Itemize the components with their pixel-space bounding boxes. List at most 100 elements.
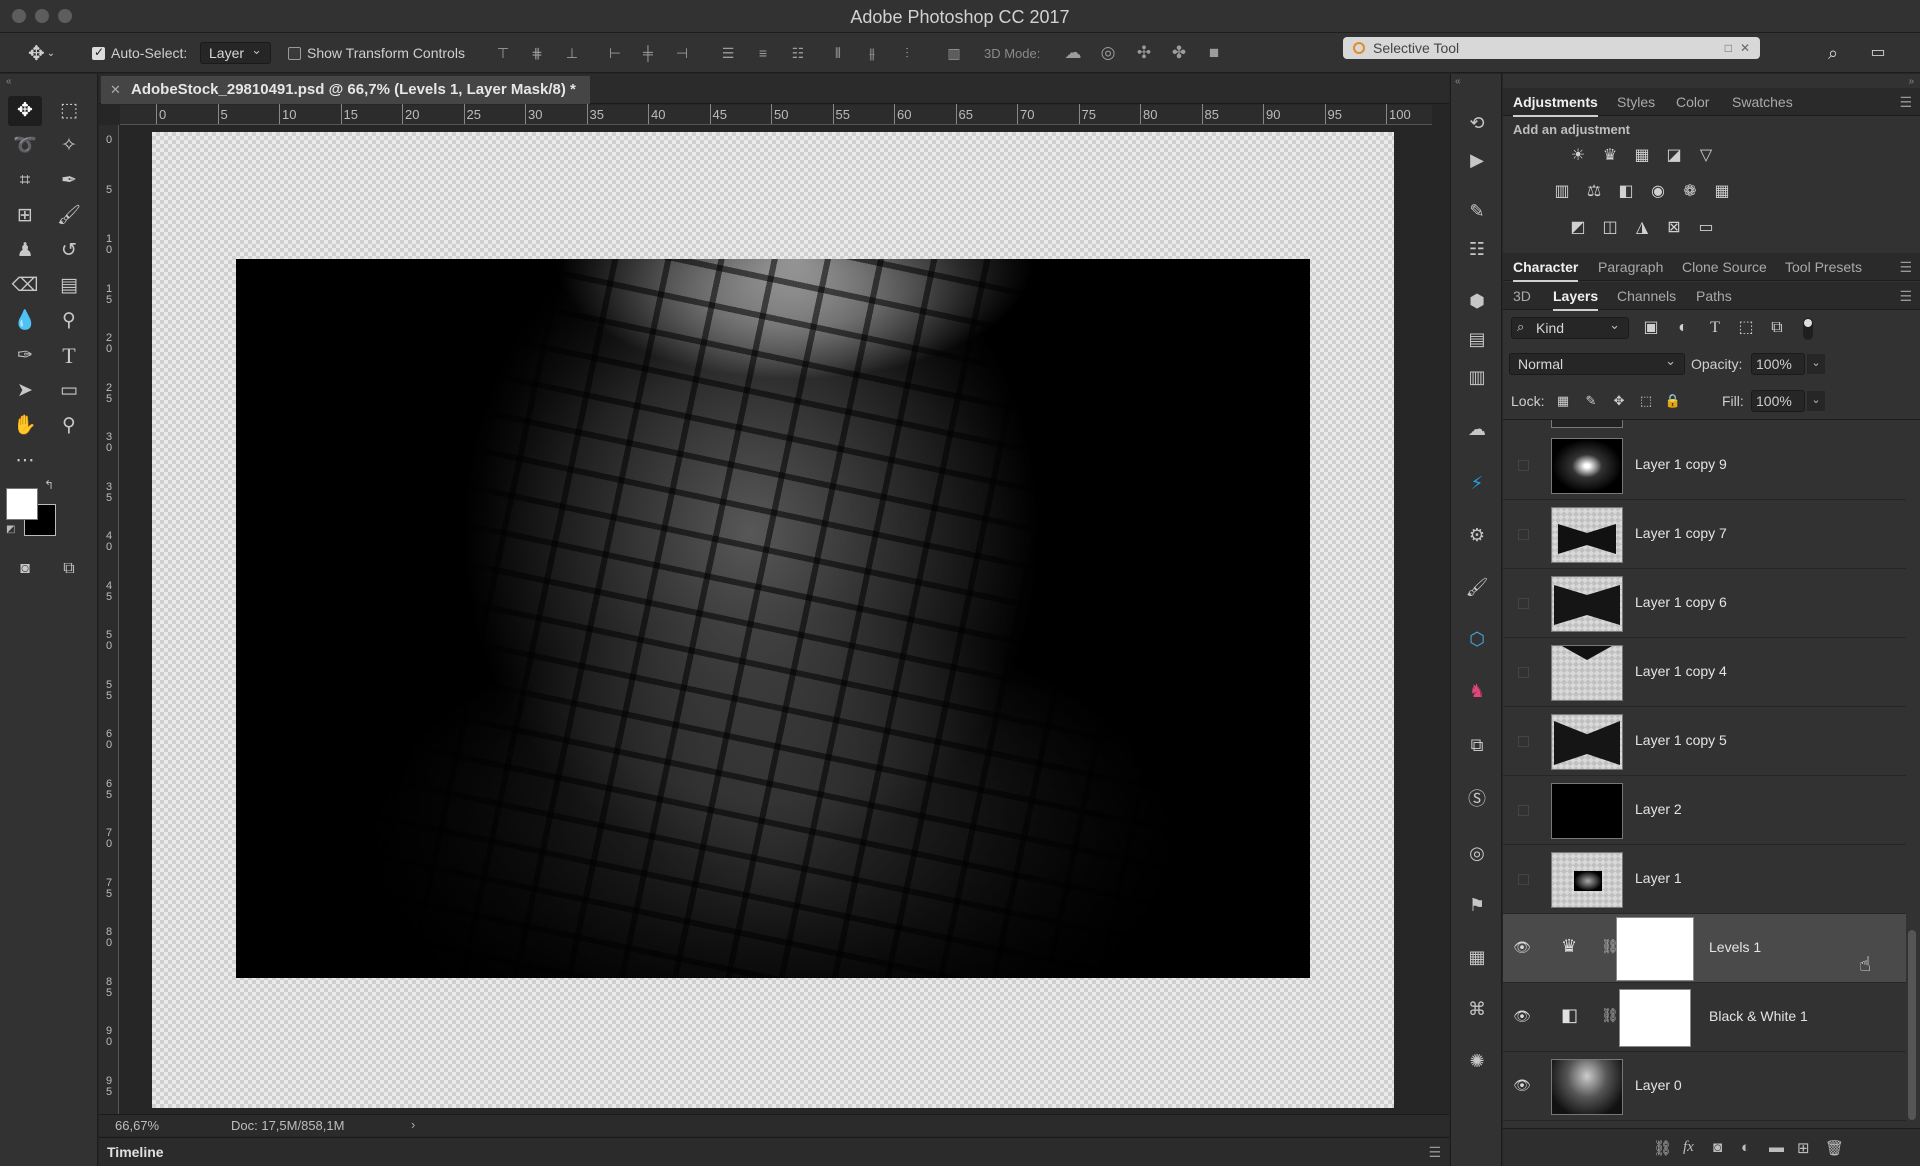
delete-layer-icon[interactable]: 🗑 bbox=[1825, 1139, 1844, 1157]
visibility-toggle[interactable] bbox=[1518, 667, 1529, 678]
filter-kind-value[interactable]: Kind bbox=[1511, 315, 1629, 339]
dodge-tool-icon[interactable]: ⚲ bbox=[52, 306, 86, 336]
distribute-top-icon[interactable]: ☰ bbox=[718, 45, 738, 61]
layer-name[interactable]: Layer 0 bbox=[1635, 1077, 1682, 1093]
eye-icon[interactable]: 👁 bbox=[1513, 939, 1531, 957]
selective-tool-bar[interactable]: Selective Tool □ ✕ bbox=[1343, 37, 1760, 59]
link-layers-icon[interactable]: ⛓ bbox=[1653, 1139, 1672, 1157]
visibility-toggle[interactable] bbox=[1518, 736, 1529, 747]
layer-mask-thumbnail[interactable] bbox=[1619, 989, 1691, 1047]
collapse-strip-icon[interactable]: « bbox=[1455, 76, 1461, 87]
crop-tool-icon[interactable]: ⌗ bbox=[8, 166, 42, 196]
move-tool-icon[interactable]: ✥ bbox=[8, 96, 42, 126]
stock-icon[interactable]: ⚡ bbox=[1463, 470, 1491, 496]
tab-clone-source[interactable]: Clone Source bbox=[1682, 259, 1767, 275]
screen-mode-icon[interactable]: ⧉ bbox=[52, 554, 86, 584]
new-layer-icon[interactable]: ⊞ bbox=[1797, 1139, 1810, 1157]
color-lookup-icon[interactable]: ▦ bbox=[1711, 182, 1733, 202]
collapse-toolbox-icon[interactable]: « bbox=[6, 76, 12, 87]
new-adjustment-icon[interactable]: ◐ bbox=[1741, 1139, 1750, 1156]
hand-tool-icon[interactable]: ✋ bbox=[8, 411, 42, 441]
layer-name[interactable]: Layer 1 copy 7 bbox=[1635, 525, 1727, 541]
layer-row[interactable]: Layer 1 copy 6 bbox=[1503, 569, 1906, 638]
layer-row-selected[interactable]: 👁 ♛ ⛓ Levels 1 ☝ bbox=[1503, 914, 1906, 983]
plugin-gear-icon[interactable]: ⚙ bbox=[1463, 522, 1491, 548]
auto-select-dropdown[interactable]: Layer bbox=[200, 40, 272, 64]
pen-tool-icon[interactable]: ✑ bbox=[8, 341, 42, 371]
distribute-bottom-icon[interactable]: ☷ bbox=[788, 45, 808, 61]
doc-size[interactable]: Doc: 17,5M/858,1M bbox=[231, 1118, 344, 1133]
character-menu-icon[interactable]: ☰ bbox=[1899, 259, 1912, 276]
target-plugin-icon[interactable]: ◎ bbox=[1463, 840, 1491, 866]
tab-character[interactable]: Character bbox=[1513, 259, 1579, 282]
lock-artboard-icon[interactable]: ⬚ bbox=[1635, 391, 1657, 411]
cobblestone-image[interactable] bbox=[236, 259, 1310, 978]
tab-adjustments[interactable]: Adjustments bbox=[1513, 94, 1598, 117]
workspace-icon[interactable]: ▭ bbox=[1868, 45, 1888, 61]
auto-select-check-icon[interactable] bbox=[92, 45, 105, 60]
distribute-left-icon[interactable]: ⫴ bbox=[828, 45, 848, 61]
tab-swatches[interactable]: Swatches bbox=[1732, 94, 1793, 110]
gradient-map-icon[interactable]: ▭ bbox=[1695, 218, 1717, 238]
show-transform-checkbox[interactable]: Show Transform Controls bbox=[288, 41, 465, 65]
layer-mask-thumbnail[interactable] bbox=[1616, 917, 1694, 981]
layer-name[interactable]: Levels 1 bbox=[1709, 939, 1761, 955]
grid-plugin-icon[interactable]: ▦ bbox=[1463, 944, 1491, 970]
tab-layers[interactable]: Layers bbox=[1553, 288, 1599, 311]
layer-list-scrollbar[interactable] bbox=[1908, 930, 1916, 1120]
exposure-icon[interactable]: ◪ bbox=[1663, 146, 1685, 166]
layer-name[interactable]: Layer 1 copy 9 bbox=[1635, 456, 1727, 472]
blend-mode-value[interactable]: Normal bbox=[1509, 351, 1685, 375]
align-left-icon[interactable]: ⊢ bbox=[605, 45, 625, 61]
3d-camera-icon[interactable]: ■ bbox=[1204, 44, 1224, 61]
path-selection-tool-icon[interactable]: ➤ bbox=[8, 376, 42, 406]
timeline-label[interactable]: Timeline bbox=[107, 1144, 164, 1160]
history-panel-icon[interactable]: ⟲ bbox=[1463, 110, 1491, 136]
marquee-tool-icon[interactable]: ⬚ bbox=[52, 96, 86, 126]
align-right-icon[interactable]: ⊣ bbox=[672, 45, 692, 61]
layer-row[interactable]: Layer 1 copy 9 bbox=[1503, 431, 1906, 500]
properties-panel-icon[interactable]: ☷ bbox=[1463, 236, 1491, 262]
distribute-right-icon[interactable]: ⫶ bbox=[897, 45, 917, 61]
layer-style-fx-icon[interactable]: fx bbox=[1683, 1139, 1694, 1156]
layers-menu-icon[interactable]: ☰ bbox=[1899, 288, 1912, 305]
layer-name[interactable]: Black & White 1 bbox=[1709, 1008, 1808, 1024]
layer-row[interactable]: Layer 2 bbox=[1503, 776, 1906, 845]
layer-row[interactable]: Layer 1 copy 4 bbox=[1503, 638, 1906, 707]
filter-pixel-icon[interactable]: ▣ bbox=[1640, 318, 1662, 338]
search-icon[interactable]: ⌕ bbox=[1823, 44, 1843, 62]
invert-icon[interactable]: ◩ bbox=[1567, 218, 1589, 238]
healing-brush-tool-icon[interactable]: ⊞ bbox=[8, 201, 42, 231]
blend-mode-dropdown[interactable]: Normal bbox=[1509, 351, 1685, 375]
clone-stamp-tool-icon[interactable]: ♟ bbox=[8, 236, 42, 266]
document-tab[interactable]: ✕ AdobeStock_29810491.psd @ 66,7% (Level… bbox=[101, 76, 590, 104]
visibility-toggle[interactable] bbox=[1518, 598, 1529, 609]
add-mask-icon[interactable]: ◙ bbox=[1713, 1139, 1722, 1156]
foreground-color-swatch[interactable] bbox=[6, 488, 38, 520]
selective-tool-close-icon[interactable]: ✕ bbox=[1740, 37, 1750, 59]
zoom-level[interactable]: 66,67% bbox=[115, 1118, 159, 1133]
selective-tool-maximize-icon[interactable]: □ bbox=[1725, 37, 1732, 59]
lock-position-icon[interactable]: ✥ bbox=[1608, 391, 1630, 411]
spiral-plugin-icon[interactable]: ✺ bbox=[1463, 1048, 1491, 1074]
layer-row[interactable]: 👁 Layer 0 bbox=[1503, 1052, 1906, 1121]
layer-row[interactable]: Layer 1 bbox=[1503, 845, 1906, 914]
vibrance-icon[interactable]: ▽ bbox=[1695, 146, 1717, 166]
type-tool-icon[interactable]: T bbox=[52, 341, 86, 371]
align-hcenter-icon[interactable]: ╪ bbox=[638, 45, 658, 61]
swap-colors-icon[interactable]: ↰ bbox=[44, 478, 54, 492]
tab-tool-presets[interactable]: Tool Presets bbox=[1785, 259, 1862, 275]
3d-panel-icon[interactable]: ⬢ bbox=[1463, 288, 1491, 314]
brush-panel-icon[interactable]: 🖌 bbox=[1463, 574, 1491, 600]
info-panel-icon[interactable]: ▥ bbox=[1463, 364, 1491, 390]
lasso-tool-icon[interactable]: ➰ bbox=[8, 131, 42, 161]
black-white-icon[interactable]: ◧ bbox=[1615, 182, 1637, 202]
distribute-hcenter-icon[interactable]: ⫵ bbox=[862, 45, 882, 61]
filter-kind-dropdown[interactable]: Kind ⌕ bbox=[1511, 315, 1629, 339]
3d-slide-icon[interactable]: ✤ bbox=[1169, 44, 1189, 61]
pattern-plugin-icon[interactable]: ⌘ bbox=[1463, 996, 1491, 1022]
show-transform-check-icon[interactable] bbox=[288, 46, 301, 60]
tab-paths[interactable]: Paths bbox=[1696, 288, 1732, 304]
brightness-contrast-icon[interactable]: ☀ bbox=[1567, 146, 1589, 166]
zoom-tool-icon[interactable]: ⚲ bbox=[52, 411, 86, 441]
